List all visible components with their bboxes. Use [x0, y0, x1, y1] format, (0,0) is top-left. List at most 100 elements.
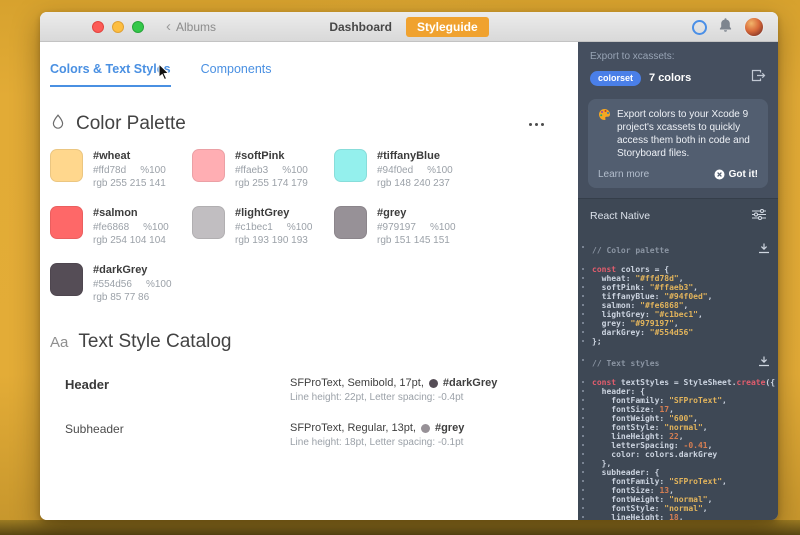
titlebar: ‹ Albums Dashboard Styleguide — [40, 12, 778, 42]
color-hex: #fe6868 — [93, 222, 130, 233]
tab-colors-text-styles[interactable]: Colors & Text Styles — [50, 62, 171, 87]
code-line: fontFamily: "SFProText", — [582, 477, 770, 486]
code-line: const textStyles = StyleSheet.create({ — [582, 378, 776, 387]
color-hex: #554d56 — [93, 279, 132, 290]
color-opacity: %100 — [282, 165, 308, 176]
back-to-albums[interactable]: ‹ Albums — [166, 19, 216, 34]
color-card: #grey #979197 %100 rgb 151 145 151 — [334, 206, 476, 246]
export-label: Export to xcassets: — [590, 51, 675, 62]
color-swatch[interactable] — [50, 206, 83, 239]
minimize-window-button[interactable] — [112, 20, 124, 33]
color-card: #darkGrey #554d56 %100 rgb 85 77 86 — [50, 263, 192, 303]
code-line: grey: "#979197", — [582, 319, 770, 328]
notifications-bell-icon[interactable] — [718, 17, 733, 38]
color-rgb: rgb 193 190 193 — [235, 235, 308, 246]
color-card: #tiffanyBlue #94f0ed %100 rgb 148 240 237 — [334, 149, 476, 189]
code-line: softPink: "#ffaeb3", — [582, 283, 770, 292]
color-rgb: rgb 151 145 151 — [377, 235, 450, 246]
colors-count: 7 colors — [649, 72, 692, 84]
code-line: tiffanyBlue: "#94f0ed", — [582, 292, 770, 301]
color-rgb: rgb 254 104 104 — [93, 235, 166, 246]
color-palette-title: Color Palette — [76, 113, 186, 134]
status-ring-icon[interactable] — [692, 19, 707, 35]
color-rgb: rgb 85 77 86 — [93, 292, 150, 303]
titlebar-actions — [692, 12, 764, 42]
color-name: #wheat — [93, 150, 131, 162]
color-name: #salmon — [93, 207, 138, 219]
color-opacity: %100 — [145, 279, 172, 290]
text-style-color-ref: #darkGrey — [442, 377, 498, 389]
code-line: header: { — [582, 387, 770, 396]
text-style-spec: SFProText, Semibold, 17pt, — [290, 377, 424, 389]
window-content: Colors & Text Styles Components Color Pa… — [40, 42, 778, 520]
color-rgb: rgb 255 174 179 — [235, 178, 308, 189]
code-line: wheat: "#ffd78d", — [582, 274, 770, 283]
color-name: #grey — [377, 207, 407, 219]
color-swatch[interactable] — [334, 206, 367, 239]
code-line: darkGrey: "#554d56" — [582, 328, 770, 337]
code-line: lineHeight: 18, — [582, 513, 770, 520]
download-text-styles-icon[interactable] — [758, 354, 770, 372]
nav-tab-styleguide[interactable]: Styleguide — [406, 16, 489, 37]
user-avatar[interactable] — [744, 17, 764, 37]
code-settings-sliders-icon[interactable] — [752, 207, 766, 225]
color-swatch[interactable] — [334, 149, 367, 182]
export-header: Export to xcassets: colorset 7 colors — [578, 42, 778, 95]
learn-more-link[interactable]: Learn more — [598, 169, 649, 180]
text-style-color-ref: #grey — [434, 422, 465, 434]
color-opacity: %100 — [427, 165, 453, 176]
zoom-window-button[interactable] — [132, 20, 144, 33]
color-hex: #ffaeb3 — [235, 165, 269, 176]
tab-components[interactable]: Components — [201, 62, 272, 87]
export-sidebar: Export to xcassets: colorset 7 colors Ex… — [578, 42, 778, 520]
code-line: fontSize: 17, — [582, 405, 770, 414]
color-opacity: %100 — [429, 222, 456, 233]
color-opacity: %100 — [286, 222, 313, 233]
text-style-spec: SFProText, Regular, 13pt, — [290, 422, 416, 434]
color-hex: #c1bec1 — [235, 222, 273, 233]
color-swatch[interactable] — [192, 206, 225, 239]
code-line: lineHeight: 22, — [582, 432, 770, 441]
framework-name: React Native — [590, 210, 651, 222]
color-swatch[interactable] — [192, 149, 225, 182]
color-palette-comment: // Color palette — [592, 245, 670, 255]
text-style-color-dot — [428, 378, 438, 388]
color-palette-header: Color Palette — [50, 113, 548, 135]
titlebar-nav: Dashboard Styleguide — [40, 16, 778, 37]
color-name: #lightGrey — [235, 207, 290, 219]
code-section-2-header: // Text styles — [582, 354, 770, 372]
code-line: }; — [582, 337, 770, 346]
color-hex: #94f0ed — [377, 165, 414, 176]
export-arrow-icon[interactable] — [751, 69, 766, 87]
text-style-detail: Line height: 22pt, Letter spacing: -0.4p… — [290, 392, 464, 403]
color-name: #tiffanyBlue — [377, 150, 440, 162]
color-hex: #979197 — [377, 222, 416, 233]
code-line: salmon: "#fe6868", — [582, 301, 770, 310]
text-style-name: Subheader — [65, 422, 124, 436]
color-swatch[interactable] — [50, 263, 83, 296]
code-line: fontWeight: "600", — [582, 414, 770, 423]
color-swatch[interactable] — [50, 149, 83, 182]
framework-row: React Native — [578, 199, 778, 231]
more-options-icon[interactable] — [525, 119, 548, 130]
text-style-detail: Line height: 18pt, Letter spacing: -0.1p… — [290, 437, 464, 448]
code-area: // Color palette const colors = { wheat:… — [578, 231, 778, 520]
color-card: #wheat #ffd78d %100 rgb 255 215 141 — [50, 149, 192, 189]
note-text: Export colors to your Xcode 9 project's … — [617, 109, 750, 159]
text-style-color-dot — [420, 423, 430, 433]
code-line: fontStyle: "normal", — [582, 504, 770, 513]
dismiss-circle-icon — [714, 169, 725, 180]
code-section-2: const textStyles = StyleSheet.create({ h… — [582, 378, 776, 520]
code-line: letterSpacing: -0.41, — [582, 441, 770, 450]
got-it-label: Got it! — [728, 169, 758, 180]
color-name: #softPink — [235, 150, 285, 162]
got-it-button[interactable]: Got it! — [714, 169, 758, 180]
code-section-1-header: // Color palette — [582, 241, 770, 259]
text-style-row: Header SFProText, Semibold, 17pt, #darkG… — [65, 377, 578, 403]
nav-tab-dashboard[interactable]: Dashboard — [329, 20, 392, 34]
color-name: #darkGrey — [93, 264, 148, 276]
close-window-button[interactable] — [92, 20, 104, 33]
download-color-palette-icon[interactable] — [758, 241, 770, 259]
text-style-row: Subheader SFProText, Regular, 13pt, #gre… — [65, 422, 578, 448]
color-opacity: %100 — [143, 222, 169, 233]
